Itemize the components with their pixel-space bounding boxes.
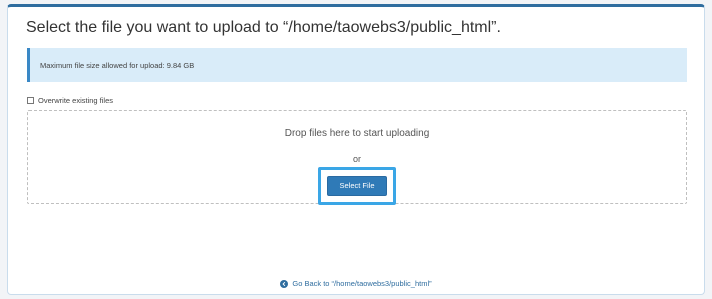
go-back-link[interactable]: Go Back to “/home/taowebs3/public_html” — [8, 279, 704, 288]
upload-panel: Select the file you want to upload to “/… — [7, 4, 705, 295]
file-dropzone[interactable]: Drop files here to start uploading or Se… — [27, 110, 687, 205]
go-back-text: Go Back to “/home/taowebs3/public_html” — [292, 279, 432, 288]
select-file-highlight: Select File — [318, 167, 396, 205]
select-file-button[interactable]: Select File — [327, 176, 387, 196]
drop-instructions: Drop files here to start uploading — [284, 128, 430, 139]
max-file-size-text: Maximum file size allowed for upload: 9.… — [40, 61, 195, 70]
or-separator: or — [352, 154, 361, 164]
overwrite-label: Overwrite existing files — [38, 95, 114, 105]
page-title: Select the file you want to upload to “/… — [26, 19, 501, 36]
overwrite-checkbox[interactable] — [27, 96, 34, 104]
arrow-left-circle-icon — [280, 279, 289, 288]
overwrite-option[interactable]: Overwrite existing files — [27, 94, 113, 106]
max-file-size-notice: Maximum file size allowed for upload: 9.… — [27, 48, 687, 82]
